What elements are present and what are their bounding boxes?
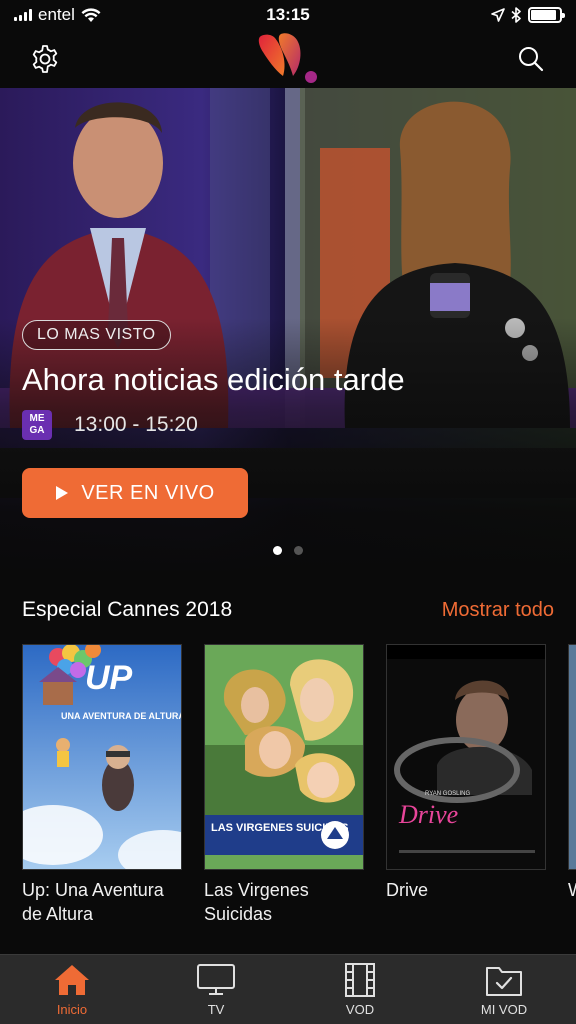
channel-logo: ME GA [22, 410, 52, 440]
app-header [0, 30, 576, 88]
hero-gradient [0, 318, 576, 578]
movie-card-virgin-suicides[interactable]: LAS VIRGENES SUICIDAS Las Virgenes Suici… [204, 644, 364, 926]
battery-level [531, 10, 557, 20]
status-left: entel [14, 5, 101, 25]
poster-drive-title: Drive [398, 800, 458, 829]
gear-icon [32, 45, 58, 73]
poster-up-title: UP [85, 659, 133, 697]
channel-logo-line2: GA [29, 425, 45, 436]
movie-title-partial-line1: W [568, 878, 576, 902]
tv-icon [197, 964, 235, 995]
status-bar: entel 13:15 [0, 0, 576, 30]
page-indicator [0, 546, 576, 555]
bluetooth-icon [511, 7, 521, 23]
tab-mi-vod-label: MI VOD [480, 1002, 528, 1017]
hero-meta: ME GA 13:00 - 15:20 [22, 410, 198, 440]
poster-virgin-suicides[interactable]: LAS VIRGENES SUICIDAS [204, 644, 364, 870]
tab-vod-label: VOD [345, 1002, 375, 1017]
page-dot-2[interactable] [294, 546, 303, 555]
movie-title-up-line1: Up: Una Aventura [22, 880, 164, 900]
movie-title-drive[interactable]: Drive [386, 878, 546, 902]
movie-title-partial[interactable]: W [568, 878, 576, 902]
folder-check-icon [486, 967, 522, 996]
tab-tv[interactable]: TV [144, 955, 288, 1024]
movie-card-up[interactable]: UP UNA AVENTURA DE ALTURA Up: Una Aventu… [22, 644, 182, 926]
channel-logo-line1: ME [29, 413, 45, 424]
movie-title-virgin-suicides-line1: Las Virgenes [204, 880, 309, 900]
movie-title-drive-line1: Drive [386, 880, 429, 900]
tab-mi-vod[interactable]: MI VOD [432, 955, 576, 1024]
movie-title-virgin-suicides-line2: Suicidas [204, 904, 273, 924]
search-icon [519, 47, 544, 72]
play-icon [56, 486, 69, 500]
poster-drive[interactable]: RYAN GOSLING Drive [386, 644, 546, 870]
wifi-icon [81, 7, 101, 22]
movie-card-partial[interactable]: W [568, 644, 576, 902]
movie-card-drive[interactable]: RYAN GOSLING Drive Drive [386, 644, 546, 902]
show-all-link[interactable]: Mostrar todo [442, 599, 554, 622]
tab-vod[interactable]: VOD [288, 955, 432, 1024]
battery-icon [528, 7, 565, 23]
poster-partial[interactable] [568, 644, 576, 870]
status-right [491, 7, 565, 23]
poster-drive-subtitle: RYAN GOSLING [425, 791, 470, 797]
watch-live-label: VER EN VIVO [81, 481, 215, 504]
poster-up[interactable]: UP UNA AVENTURA DE ALTURA [22, 644, 182, 870]
tab-inicio[interactable]: Inicio [0, 955, 144, 1024]
tab-inicio-label: Inicio [56, 1002, 88, 1017]
film-icon [345, 963, 375, 997]
movie-carousel[interactable]: UP UNA AVENTURA DE ALTURA Up: Una Aventu… [22, 644, 576, 934]
hero-banner[interactable]: LO MAS VISTO Ahora noticias edición tard… [0, 88, 576, 578]
hero-title: Ahora noticias edición tarde [22, 362, 405, 397]
section-title: Especial Cannes 2018 [22, 598, 233, 621]
search-button[interactable] [510, 38, 552, 80]
app-logo [258, 33, 317, 83]
hero-time-range: 13:00 - 15:20 [74, 413, 198, 436]
signal-icon [14, 9, 32, 21]
movie-title-up[interactable]: Up: Una Aventura de Altura [22, 878, 182, 926]
clock: 13:15 [266, 5, 310, 24]
most-viewed-badge: LO MAS VISTO [22, 320, 171, 350]
movie-title-virgin-suicides[interactable]: Las Virgenes Suicidas [204, 878, 364, 926]
tab-bar: Inicio TV VOD MI VOD [0, 954, 576, 1024]
movie-title-up-line2: de Altura [22, 904, 94, 924]
carrier-name: entel [38, 5, 75, 24]
tab-tv-label: TV [207, 1002, 225, 1017]
home-icon [55, 965, 89, 995]
section-header: Especial Cannes 2018 Mostrar todo [22, 598, 554, 622]
page-dot-1[interactable] [273, 546, 282, 555]
poster-up-subtitle: UNA AVENTURA DE ALTURA [61, 711, 182, 721]
location-arrow-icon [491, 8, 505, 22]
settings-button[interactable] [24, 38, 66, 80]
watch-live-button[interactable]: VER EN VIVO [22, 468, 248, 518]
